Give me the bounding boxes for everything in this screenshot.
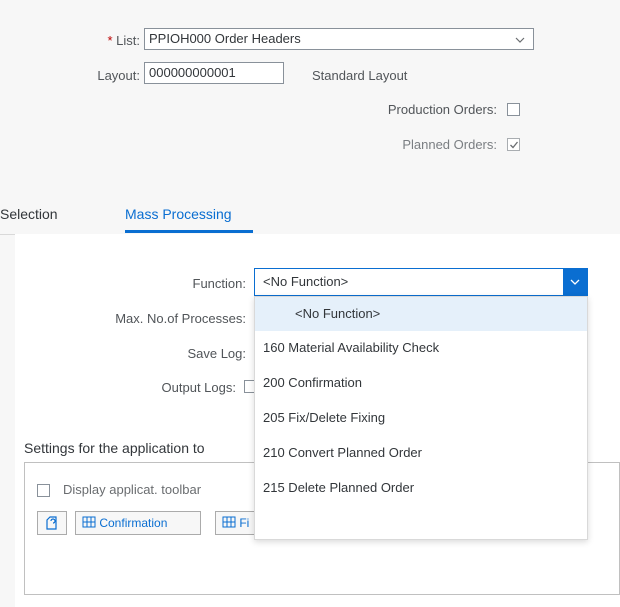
output-logs-label: Output Logs: [161,380,236,395]
transaction-icon [222,516,236,528]
chevron-down-icon [570,279,580,285]
save-log-label: Save Log: [187,346,246,361]
dropdown-option-label: 215 Delete Planned Order [263,480,415,495]
fi-button[interactable]: Fi [215,511,255,535]
copy-doc-icon [46,516,57,530]
production-orders-label: Production Orders: [387,102,497,117]
settings-title: Settings for the application to [24,440,205,456]
dropdown-option-label: <No Function> [295,306,381,321]
checkmark-icon [510,141,519,149]
fi-button-label: Fi [239,516,250,530]
list-select[interactable]: PPIOH000 Order Headers [144,28,534,50]
display-toolbar-checkbox[interactable] [37,484,50,497]
header-area: * List: PPIOH000 Order Headers Layout: 0… [0,0,620,200]
dropdown-option-label: 205 Fix/Delete Fixing [263,410,386,425]
display-toolbar-label: Display applicat. toolbar [63,482,202,497]
dropdown-option[interactable]: 215 Delete Planned Order [255,471,587,505]
function-dropdown-list: <No Function> 160 Material Availability … [254,296,588,540]
dropdown-option[interactable]: 205 Fix/Delete Fixing [255,401,587,435]
function-dropdown-button[interactable] [563,269,587,295]
transaction-icon [82,516,96,528]
dropdown-option[interactable]: <No Function> [255,297,587,331]
copy-button[interactable] [37,511,67,535]
tab-selected-indicator [125,230,253,233]
list-value: PPIOH000 Order Headers [149,31,301,46]
planned-orders-checkbox[interactable] [507,138,520,151]
layout-description: Standard Layout [312,68,408,83]
list-label: * List: [60,33,140,48]
planned-orders-label: Planned Orders: [402,137,497,152]
dropdown-option-label: 200 Confirmation [263,375,362,390]
dropdown-option-label: 210 Convert Planned Order [263,445,422,460]
confirmation-button-label: Confirmation [99,516,168,530]
layout-input[interactable]: 000000000001 [144,62,284,84]
list-label-text: List: [116,33,140,48]
layout-label: Layout: [97,68,140,83]
max-processes-label: Max. No.of Processes: [115,311,246,326]
production-orders-checkbox[interactable] [507,103,520,116]
chevron-down-icon [515,37,525,43]
tab-bar: Selection Mass Processing [0,200,620,235]
function-select[interactable]: <No Function> [254,268,588,296]
dropdown-option[interactable]: 200 Confirmation [255,366,587,400]
dropdown-option-label: 160 Material Availability Check [263,340,440,355]
confirmation-button[interactable]: Confirmation [75,511,201,535]
function-label: Function: [192,276,246,291]
required-asterisk: * [107,33,113,48]
function-value: <No Function> [263,274,349,289]
tab-selection[interactable]: Selection [0,206,58,222]
dropdown-option[interactable]: 160 Material Availability Check [255,331,587,365]
dropdown-option[interactable]: 210 Convert Planned Order [255,436,587,470]
tab-mass-processing[interactable]: Mass Processing [125,206,232,222]
